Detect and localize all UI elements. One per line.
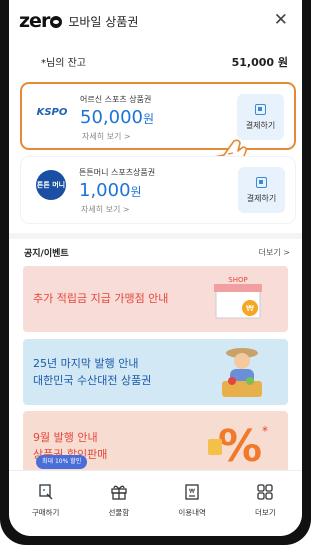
banner-line2: 대한민국 수산대전 상품권 <box>33 374 152 387</box>
tab-label: 이용내역 <box>178 508 206 517</box>
gift-icon <box>111 485 127 500</box>
tab-gift[interactable]: 선물함 <box>82 471 155 536</box>
voucher-amount-unit: 원 <box>142 112 155 126</box>
kspo-logo: KSPO <box>34 98 70 126</box>
banner-text: 추가 적립금 지급 가맹점 안내 <box>33 292 169 305</box>
balance-label: *님의 잔고 <box>41 58 86 69</box>
grid-icon <box>257 484 274 500</box>
qr-scan-icon <box>256 176 267 188</box>
kspo-logo-text: KSPO <box>36 106 68 118</box>
detail-link[interactable]: 자세히 보기 > <box>82 131 131 142</box>
shop-badge-text: SHOP <box>228 276 247 284</box>
qr-scan-icon <box>255 103 266 115</box>
voucher-name: 튼튼머니 스포츠상품권 <box>79 168 156 177</box>
voucher-amount-value: 50,000 <box>80 107 143 128</box>
tuntun-logo: 튼튼 머니 <box>33 170 69 200</box>
pay-button[interactable]: 결제하기 <box>237 94 284 140</box>
page-title: 모바일 상품권 <box>68 14 139 29</box>
voucher-amount-unit: 원 <box>130 185 142 199</box>
svg-text:*: * <box>262 424 268 438</box>
zero-logo: zer <box>19 10 65 32</box>
tab-more[interactable]: 더보기 <box>229 471 302 536</box>
cart-icon <box>38 484 53 500</box>
section-divider <box>9 233 302 239</box>
phone-frame: zer 모바일 상품권 ✕ *님의 잔고 51,000 원 KSPO 어르신 스… <box>0 0 311 545</box>
svg-text:%: % <box>218 421 262 471</box>
tab-purchase[interactable]: 구매하기 <box>9 471 82 536</box>
tab-label: 선물함 <box>108 508 130 517</box>
svg-text:₩: ₩ <box>246 304 254 313</box>
notices-more-link[interactable]: 더보기 > <box>259 247 290 258</box>
percent-illustration-icon: % * <box>208 421 268 471</box>
promo-badge: 최대 10% 할인 <box>36 455 88 469</box>
balance-amount: 51,000 원 <box>231 56 288 69</box>
notices-heading: 공지/이벤트 <box>24 249 69 259</box>
voucher-amount-value: 1,000 <box>79 180 131 201</box>
svg-text:₩: ₩ <box>189 488 195 495</box>
tab-label: 구매하기 <box>31 508 60 517</box>
balance-row: *님의 잔고 51,000 원 <box>9 54 302 70</box>
tuntun-logo-text: 튼튼 머니 <box>36 181 66 189</box>
banner-merchant-reward[interactable]: 추가 적립금 지급 가맹점 안내 SHOP ₩ <box>23 266 288 332</box>
receipt-icon: ₩ <box>185 484 199 500</box>
banner-line1: 25년 마지막 발행 안내 <box>33 357 139 370</box>
pay-button[interactable]: 결제하기 <box>238 167 285 213</box>
shop-illustration-icon: SHOP ₩ <box>214 276 262 319</box>
logo-mark-icon <box>50 16 63 28</box>
person-shopping-illustration-icon <box>222 348 262 397</box>
voucher-amount: 50,000원 <box>80 107 154 128</box>
close-icon[interactable]: ✕ <box>274 11 288 29</box>
voucher-name: 어르신 스포츠 상품권 <box>80 95 152 104</box>
tab-history[interactable]: ₩ 이용내역 <box>156 471 229 536</box>
voucher-amount: 1,000원 <box>79 180 142 201</box>
voucher-card-tuntun[interactable]: 튼튼 머니 튼튼머니 스포츠상품권 1,000원 자세히 보기 > 결제하기 <box>20 156 296 224</box>
banner-text: 25년 마지막 발행 안내 대한민국 수산대전 상품권 <box>33 355 151 389</box>
bottom-tab-bar: 구매하기 선물함 ₩ 이용내역 더보기 <box>9 470 302 536</box>
banner-line1: 9월 발행 안내 <box>33 431 98 444</box>
pay-button-label: 결제하기 <box>246 193 277 203</box>
app-screen: zer 모바일 상품권 ✕ *님의 잔고 51,000 원 KSPO 어르신 스… <box>9 0 302 536</box>
app-header: zer 모바일 상품권 ✕ <box>9 0 302 42</box>
pay-button-label: 결제하기 <box>245 120 276 130</box>
banner-fisheries-voucher[interactable]: 25년 마지막 발행 안내 대한민국 수산대전 상품권 <box>23 339 288 405</box>
detail-link[interactable]: 자세히 보기 > <box>81 204 130 215</box>
voucher-card-kspo[interactable]: KSPO 어르신 스포츠 상품권 50,000원 자세히 보기 > 결제하기 <box>20 82 296 150</box>
tuntun-logo-badge: 튼튼 머니 <box>36 170 66 200</box>
tab-label: 더보기 <box>255 508 276 517</box>
